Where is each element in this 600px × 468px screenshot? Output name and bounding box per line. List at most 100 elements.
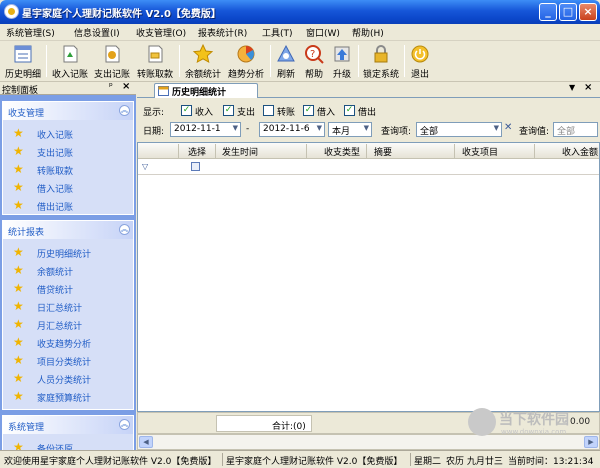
help-icon: ?	[305, 45, 324, 64]
refresh-icon	[277, 44, 295, 62]
close-button[interactable]: ×	[579, 3, 597, 21]
menu-info-settings[interactable]: 信息设置(I)	[74, 26, 120, 39]
star-icon: ★	[13, 281, 24, 295]
maximize-button[interactable]: □	[559, 3, 577, 21]
refresh-button[interactable]: 刷新	[273, 42, 299, 80]
query-item-select[interactable]: 全部 ▼	[416, 122, 502, 137]
col-summary[interactable]: 摘要	[374, 145, 392, 158]
minimize-button[interactable]: _	[539, 3, 557, 21]
window-title: 星宇家庭个人理财记账软件 V2.0【免费版】	[22, 9, 221, 20]
toolbar-separator	[270, 45, 271, 77]
scroll-left-icon[interactable]: ◀	[139, 436, 153, 448]
menu-help[interactable]: 帮助(H)	[352, 26, 384, 39]
menu-reports[interactable]: 报表统计(R)	[198, 26, 247, 39]
col-time[interactable]: 发生时间	[222, 145, 258, 158]
trend-analysis-button[interactable]: 趋势分析	[225, 42, 267, 80]
app-icon[interactable]	[4, 4, 19, 19]
star-icon: ★	[13, 389, 24, 403]
exit-button[interactable]: 退出	[407, 42, 433, 80]
status-product: 星宇家庭个人理财记账软件 V2.0【免费版】	[226, 457, 403, 467]
expense-checkbox[interactable]: ✓	[223, 105, 234, 116]
star-icon: ★	[13, 162, 24, 176]
history-detail-button[interactable]: 历史明细	[2, 42, 44, 80]
pin-icon[interactable]: ᵖ	[109, 82, 113, 92]
star-icon: ★	[13, 353, 24, 367]
toolbar-separator	[46, 45, 47, 77]
query-item-label: 查询项:	[381, 127, 412, 137]
menu-bar: 系统管理(S) 信息设置(I) 收支管理(O) 报表统计(R) 工具(T) 窗口…	[0, 24, 600, 41]
svg-text:?: ?	[310, 49, 315, 60]
transfer-check-label: 转账	[277, 108, 296, 118]
income-checkbox[interactable]: ✓	[181, 105, 192, 116]
help-button[interactable]: ? 帮助	[301, 42, 327, 80]
query-value-input[interactable]: 全部	[553, 122, 598, 137]
star-icon: ★	[13, 299, 24, 313]
collapse-icon[interactable]: ︽	[119, 419, 130, 430]
star-icon: ★	[13, 126, 24, 140]
total-box: 合计:(0)	[216, 415, 312, 432]
menu-window[interactable]: 窗口(W)	[306, 26, 340, 39]
history-grid[interactable]: 选择 发生时间 收支类型 摘要 收支项目 收入金额 ▽	[137, 142, 600, 412]
star-icon: ★	[13, 180, 24, 194]
group-reports: 统计报表 ︽ ★ 历史明细统计 ★ 余额统计 ★ 借贷统计 ★ 日汇总统计 ★ 月汇总统计…	[2, 220, 134, 410]
control-panel: 控制面板 ᵖ × 收支管理 ︽ ★ 收入记账 ★ 支出记账 ★ 转账取款 ★ 借入记账 …	[0, 82, 136, 450]
total-label: 合计:(0)	[272, 422, 306, 432]
star-icon: ★	[13, 198, 24, 212]
transfer-withdraw-button[interactable]: 转账取款	[134, 42, 176, 80]
control-panel-title: 控制面板	[2, 86, 39, 96]
tab-history-stats[interactable]: 历史明细统计	[154, 83, 258, 98]
menu-tools[interactable]: 工具(T)	[262, 26, 293, 39]
star-icon: ★	[13, 245, 24, 259]
group-income-expense: 收支管理 ︽ ★ 收入记账 ★ 支出记账 ★ 转账取款 ★ 借入记账 ★ 借出记账	[2, 101, 134, 215]
date-from-picker[interactable]: 2012-11-1 ▼	[170, 122, 241, 137]
toolbar-separator	[179, 45, 180, 77]
select-all-checkbox[interactable]	[191, 162, 200, 171]
borrow-in-checkbox[interactable]: ✓	[303, 105, 314, 116]
toolbar-separator	[358, 45, 359, 77]
expense-check-label: 支出	[237, 108, 256, 118]
panel-close-icon[interactable]: ×	[122, 82, 130, 92]
upgrade-button[interactable]: 升级	[329, 42, 355, 80]
lend-out-checkbox[interactable]: ✓	[344, 105, 355, 116]
borrow-in-check-label: 借入	[317, 108, 336, 118]
status-weekday: 星期二	[414, 457, 442, 467]
watermark: 当下软件园 www.downxia.com	[468, 404, 598, 444]
col-type[interactable]: 收支类型	[324, 145, 360, 158]
clear-icon[interactable]: ✕	[504, 122, 512, 133]
star-icon: ★	[13, 263, 24, 277]
menu-system[interactable]: 系统管理(S)	[6, 26, 55, 39]
collapse-icon[interactable]: ︽	[119, 224, 130, 235]
status-welcome: 欢迎使用星宇家庭个人理财记账软件 V2.0【免费版】	[4, 457, 217, 467]
balance-stats-button[interactable]: 余额统计	[183, 42, 223, 80]
toolbar: 历史明细 收入记账 支出记账 转账取款 余额统计 趋势分析 刷新 ? 帮助 升级…	[0, 41, 600, 82]
upgrade-icon	[334, 46, 350, 62]
star-icon: ★	[13, 144, 24, 158]
lock-system-button[interactable]: 锁定系统	[360, 42, 402, 80]
col-item[interactable]: 收支项目	[462, 145, 498, 158]
star-icon	[192, 43, 214, 63]
star-icon: ★	[13, 335, 24, 349]
star-icon: ★	[13, 440, 24, 450]
col-select[interactable]: 选择	[188, 145, 206, 158]
dropdown-arrow-icon: ▼	[493, 124, 499, 132]
menu-income-expense[interactable]: 收支管理(O)	[136, 26, 186, 39]
period-select[interactable]: 本月 ▼	[328, 122, 372, 137]
star-icon: ★	[13, 371, 24, 385]
tab-close-icon[interactable]: ×	[584, 82, 592, 93]
transfer-checkbox[interactable]	[263, 105, 274, 116]
date-to-picker[interactable]: 2012-11-6 ▼	[259, 122, 325, 137]
col-income-amount[interactable]: 收入金额	[562, 145, 598, 158]
main-area: 历史明细统计 ▼ × 显示: ✓ 收入 ✓ 支出 转账 ✓ 借入 ✓ 借出 日期…	[137, 82, 600, 450]
filter-icon[interactable]: ▽	[142, 162, 148, 171]
group-header-income-expense[interactable]: 收支管理 ︽	[3, 102, 133, 120]
collapse-icon[interactable]: ︽	[119, 105, 130, 116]
grid-filter-row: ▽	[138, 159, 599, 175]
group-system: 系统管理 ︽ ★ 备份还原	[2, 415, 134, 450]
history-icon	[14, 45, 32, 63]
group-header-reports[interactable]: 统计报表 ︽	[3, 221, 133, 239]
expense-entry-button[interactable]: 支出记账	[92, 42, 132, 80]
tab-dropdown-icon[interactable]: ▼	[569, 83, 575, 92]
income-entry-button[interactable]: 收入记账	[50, 42, 90, 80]
group-header-system[interactable]: 系统管理 ︽	[3, 416, 133, 434]
grid-header: 选择 发生时间 收支类型 摘要 收支项目 收入金额	[138, 143, 599, 159]
